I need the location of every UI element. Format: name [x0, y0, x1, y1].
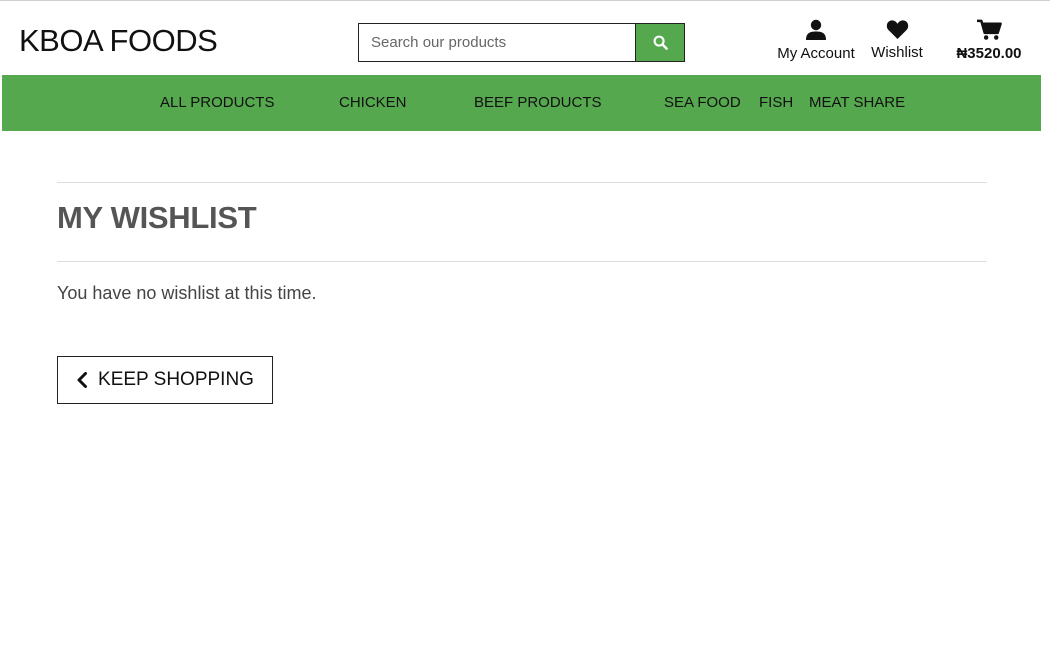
cart-link[interactable]: ₦3520.00	[950, 19, 1028, 62]
my-account-label: My Account	[777, 45, 855, 62]
search-button[interactable]	[635, 24, 684, 61]
search-icon	[653, 35, 668, 50]
nav-item-fish[interactable]: FISH	[759, 94, 793, 111]
brand-logo[interactable]: KBOA FOODS	[19, 23, 218, 59]
wishlist-link[interactable]: Wishlist	[866, 19, 928, 61]
chevron-left-icon	[77, 372, 88, 388]
heart-icon	[886, 20, 908, 40]
search-input[interactable]	[359, 24, 635, 61]
nav-item-chicken[interactable]: CHICKEN	[339, 94, 407, 111]
empty-wishlist-message: You have no wishlist at this time.	[57, 283, 317, 303]
divider-top	[57, 182, 987, 183]
wishlist-label: Wishlist	[871, 44, 923, 61]
site-header: KBOA FOODS My Account Wishlist ₦3520.	[0, 1, 1050, 75]
page-title: MY WISHLIST	[57, 200, 257, 235]
nav-item-sea-food[interactable]: SEA FOOD	[664, 94, 741, 111]
divider-bottom	[57, 261, 987, 262]
main-nav: ALL PRODUCTS CHICKEN BEEF PRODUCTS SEA F…	[2, 75, 1041, 131]
nav-item-all-products[interactable]: ALL PRODUCTS	[160, 94, 274, 111]
user-icon	[806, 19, 826, 40]
nav-item-meat-share[interactable]: MEAT SHARE	[809, 94, 905, 111]
keep-shopping-label: KEEP SHOPPING	[98, 369, 254, 390]
my-account-link[interactable]: My Account	[773, 19, 859, 62]
nav-item-beef-products[interactable]: BEEF PRODUCTS	[474, 94, 602, 111]
keep-shopping-button[interactable]: KEEP SHOPPING	[57, 356, 273, 404]
cart-total: ₦3520.00	[956, 45, 1022, 62]
cart-icon	[976, 19, 1002, 40]
search-form	[358, 23, 685, 62]
